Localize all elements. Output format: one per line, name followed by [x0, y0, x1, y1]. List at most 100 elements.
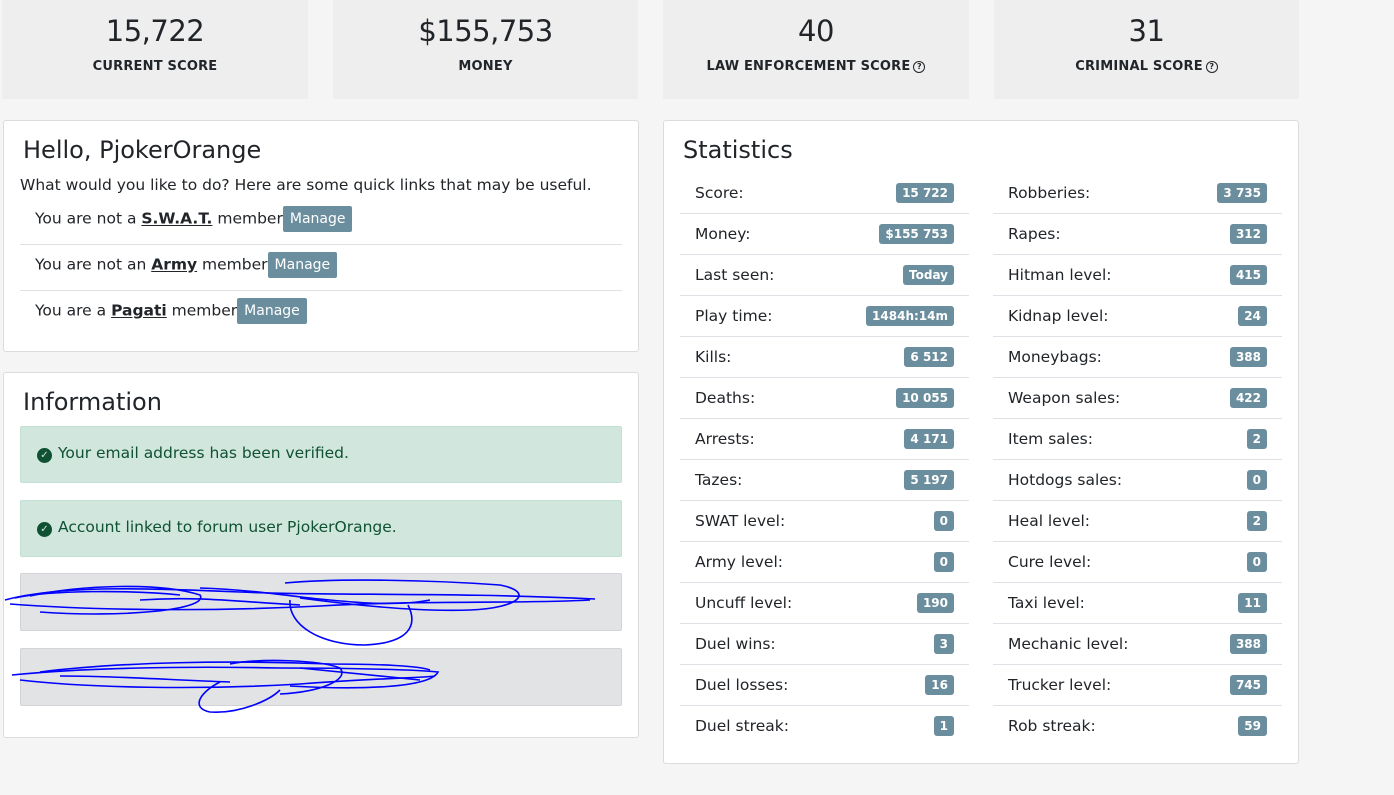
- statistics-value-badge: 24: [1238, 306, 1267, 326]
- statistics-row: Money: $155 753: [680, 214, 969, 255]
- law-enforcement-score-label: LAW ENFORCEMENT SCORE: [706, 59, 911, 74]
- statistics-row: Trucker level: 745: [993, 665, 1282, 706]
- alert-text-wrap: ✓ Account linked to forum user PjokerOran…: [37, 518, 397, 537]
- statistics-row: Duel wins: 3: [680, 624, 969, 665]
- statistics-row: Hotdogs sales: 0: [993, 460, 1282, 501]
- stat-card-law-enforcement-score: 40 LAW ENFORCEMENT SCORE?: [663, 0, 969, 99]
- statistics-row: Cure level: 0: [993, 542, 1282, 583]
- swat-group-link[interactable]: S.W.A.T.: [141, 210, 212, 228]
- statistics-row: Item sales: 2: [993, 419, 1282, 460]
- statistics-value-badge: 10 055: [896, 388, 954, 408]
- statistics-row: Play time: 1484h:14m: [680, 296, 969, 337]
- statistics-row: Hitman level: 415: [993, 255, 1282, 296]
- statistics-value-badge: 388: [1229, 347, 1267, 367]
- statistics-row: Last seen: Today: [680, 255, 969, 296]
- money-label: MONEY: [458, 59, 513, 74]
- law-enforcement-score-value: 40: [798, 14, 834, 48]
- statistics-row: Taxi level: 11: [993, 583, 1282, 624]
- statistics-label: Arrests:: [695, 430, 755, 448]
- current-score-label: CURRENT SCORE: [92, 59, 218, 74]
- forum-linked-alert: ✓ Account linked to forum user PjokerOran…: [20, 500, 622, 557]
- redacted-alert-1: [20, 573, 622, 631]
- criminal-score-value: 31: [1128, 14, 1165, 48]
- statistics-label: Army level:: [695, 553, 783, 571]
- statistics-label: Trucker level:: [1008, 676, 1112, 694]
- statistics-value-badge: 59: [1238, 716, 1267, 736]
- check-circle-icon: ✓: [37, 448, 52, 463]
- membership-prefix: You are not a: [35, 209, 142, 228]
- statistics-label: Kidnap level:: [1008, 307, 1109, 325]
- pagati-group-link[interactable]: Pagati: [111, 302, 167, 320]
- criminal-score-label-wrap: CRIMINAL SCORE?: [994, 59, 1299, 74]
- statistics-row: Tazes: 5 197: [680, 460, 969, 501]
- statistics-value-badge: 6 512: [904, 347, 954, 367]
- statistics-title: Statistics: [683, 136, 793, 164]
- membership-suffix: member: [212, 209, 283, 228]
- statistics-value-badge: 2: [1246, 429, 1267, 449]
- stat-card-criminal-score: 31 CRIMINAL SCORE?: [994, 0, 1299, 99]
- statistics-label: Duel losses:: [695, 676, 789, 694]
- welcome-card: Hello, PjokerOrange What would you like …: [3, 120, 639, 352]
- statistics-value-badge: 5 197: [904, 470, 954, 490]
- statistics-value-badge: 16: [925, 675, 954, 695]
- army-group-link[interactable]: Army: [151, 256, 197, 274]
- statistics-row: Mechanic level: 388: [993, 624, 1282, 665]
- statistics-value-badge: 0: [933, 552, 954, 572]
- manage-army-button[interactable]: Manage: [267, 252, 338, 278]
- statistics-value-badge: 1: [933, 716, 954, 736]
- manage-pagati-button[interactable]: Manage: [237, 298, 307, 324]
- membership-row-swat: You are not a S.W.A.T. member Manage: [20, 199, 622, 245]
- statistics-value-badge: $155 753: [879, 224, 954, 244]
- information-card: Information ✓ Your email address has been…: [3, 372, 639, 738]
- statistics-row: Deaths: 10 055: [680, 378, 969, 419]
- membership-suffix: member: [166, 301, 238, 320]
- statistics-row: Kidnap level: 24: [993, 296, 1282, 337]
- statistics-row: Heal level: 2: [993, 501, 1282, 542]
- statistics-row: Duel losses: 16: [680, 665, 969, 706]
- statistics-label: Kills:: [695, 348, 732, 366]
- statistics-label: Duel wins:: [695, 635, 776, 653]
- email-verified-alert: ✓ Your email address has been verified.: [20, 426, 622, 483]
- statistics-value-badge: 0: [1246, 470, 1267, 490]
- statistics-label: Moneybags:: [1008, 348, 1102, 366]
- question-circle-icon[interactable]: ?: [913, 61, 926, 73]
- statistics-value-badge: 0: [1246, 552, 1267, 572]
- membership-prefix: You are a: [35, 301, 112, 320]
- statistics-label: Play time:: [695, 307, 773, 325]
- statistics-row: Army level: 0: [680, 542, 969, 583]
- membership-text: You are not a S.W.A.T. member Manage: [35, 206, 353, 232]
- statistics-card: Statistics Score: 15 722 Money: $155 753 Las…: [663, 120, 1299, 764]
- statistics-label: Rapes:: [1008, 225, 1061, 243]
- statistics-value-badge: 2: [1246, 511, 1267, 531]
- statistics-label: Score:: [695, 184, 744, 202]
- statistics-label: SWAT level:: [695, 512, 786, 530]
- statistics-label: Cure level:: [1008, 553, 1092, 571]
- statistics-value-badge: Today: [903, 265, 954, 285]
- question-circle-icon[interactable]: ?: [1205, 61, 1218, 73]
- statistics-label: Deaths:: [695, 389, 756, 407]
- statistics-label: Hitman level:: [1008, 266, 1112, 284]
- statistics-label: Money:: [695, 225, 751, 243]
- statistics-value-badge: 3 735: [1217, 183, 1267, 203]
- manage-swat-button[interactable]: Manage: [282, 206, 353, 232]
- statistics-label: Taxi level:: [1008, 594, 1085, 612]
- statistics-label: Robberies:: [1008, 184, 1091, 202]
- statistics-label: Mechanic level:: [1008, 635, 1129, 653]
- statistics-label: Uncuff level:: [695, 594, 793, 612]
- money-value: $155,753: [418, 14, 553, 48]
- statistics-label: Item sales:: [1008, 430, 1093, 448]
- statistics-value-badge: 312: [1229, 224, 1267, 244]
- statistics-value-badge: 4 171: [904, 429, 954, 449]
- membership-text: You are not an Army member Manage: [35, 252, 338, 278]
- statistics-row: Score: 15 722: [680, 173, 969, 214]
- check-circle-icon: ✓: [37, 522, 52, 537]
- law-enforcement-score-label-wrap: LAW ENFORCEMENT SCORE?: [663, 59, 969, 74]
- statistics-value-badge: 1484h:14m: [866, 306, 954, 326]
- statistics-value-badge: 15 722: [896, 183, 954, 203]
- welcome-title: Hello, PjokerOrange: [23, 136, 262, 164]
- statistics-label: Rob streak:: [1008, 717, 1096, 735]
- membership-row-pagati: You are a Pagati member Manage: [20, 291, 622, 337]
- statistics-value-badge: 190: [916, 593, 954, 613]
- welcome-intro: What would you like to do? Here are some…: [20, 176, 592, 194]
- statistics-row: Robberies: 3 735: [993, 173, 1282, 214]
